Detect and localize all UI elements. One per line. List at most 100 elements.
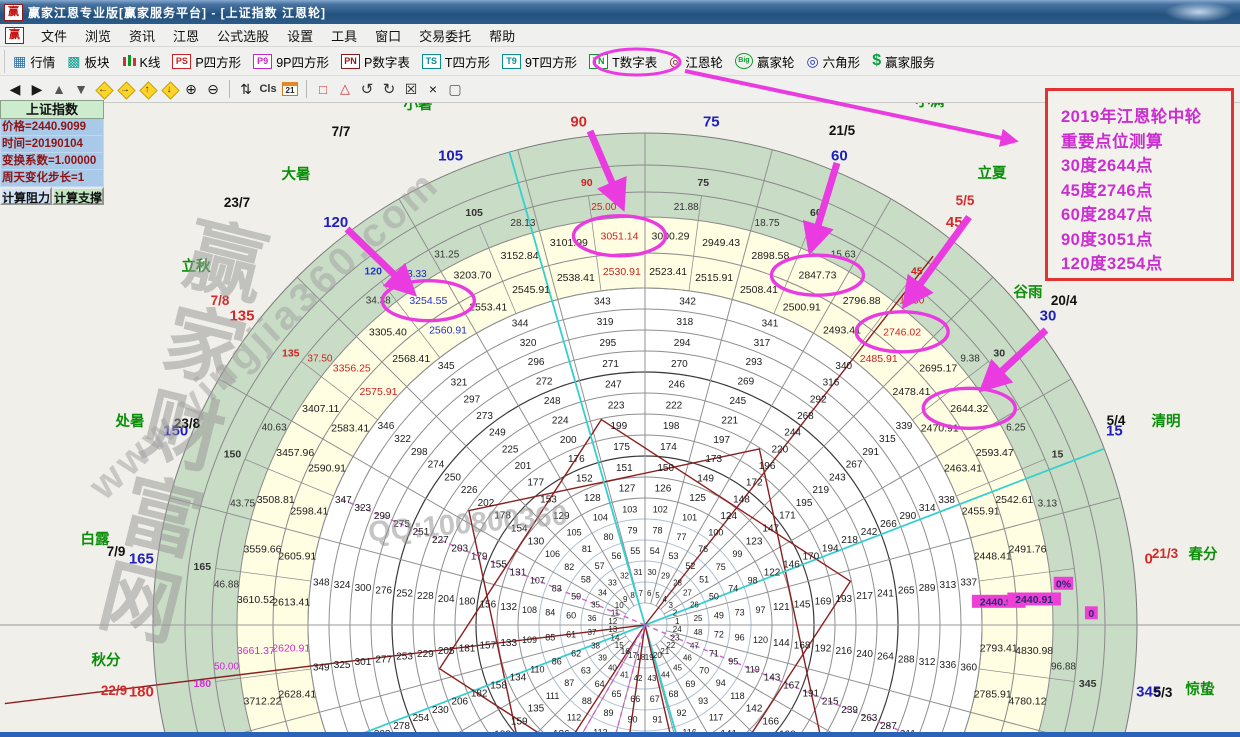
draw-button-screen[interactable]: ▢ [444, 79, 466, 99]
draw-button-step-left[interactable]: ← [92, 79, 114, 99]
toolbar-button-p-table[interactable]: PNP数字表 [336, 50, 417, 73]
spiral-number: 8 [630, 591, 635, 600]
spiral-number: 109 [522, 635, 537, 645]
menu-item-文件[interactable]: 文件 [32, 24, 76, 46]
toolbar-button-quotes[interactable]: ▦行情 [4, 50, 62, 73]
toolbar-button-9p-square[interactable]: P99P四方形 [248, 50, 336, 73]
calc-resistance-button[interactable]: 计算阻力 [0, 187, 52, 205]
menu-logo-icon: 赢 [5, 27, 24, 44]
spiral-number: 66 [630, 694, 640, 704]
toolbar-button-sectors[interactable]: ▩板块 [62, 50, 116, 73]
spiral-number: 32 [620, 572, 629, 581]
toolbar-button-kline[interactable]: K线 [117, 50, 168, 73]
solar-term-date: 7/8 [211, 293, 230, 308]
menu-item-窗口[interactable]: 窗口 [366, 24, 410, 46]
spiral-number: 197 [713, 435, 730, 446]
toolbar-button-9t-square[interactable]: T99T四方形 [497, 50, 584, 73]
spiral-number: 92 [677, 708, 687, 718]
zoom-out-icon: ⊖ [207, 81, 219, 98]
draw-button-rotate-left[interactable]: ▲ [48, 79, 70, 99]
spiral-number: 227 [432, 535, 449, 546]
calc-support-button[interactable]: 计算支撑 [52, 187, 104, 205]
draw-button-prev[interactable]: ◀ [4, 79, 26, 99]
spiral-number: 27 [683, 588, 692, 597]
menu-item-江恩[interactable]: 江恩 [164, 24, 208, 46]
spiral-number: 47 [690, 641, 699, 650]
degree-ring-label: 345 [1079, 678, 1097, 690]
toolbar-button-gann-wheel[interactable]: ◎江恩轮 [664, 50, 730, 73]
spiral-number: 325 [334, 660, 351, 671]
draw-button-triangle-tool[interactable]: △ [334, 79, 356, 99]
draw-button-collapse[interactable]: × [422, 79, 444, 99]
spiral-number: 348 [313, 577, 330, 588]
rim-degree-label: 105 [438, 148, 463, 165]
spiral-number: 99 [732, 549, 742, 559]
menu-item-交易委托[interactable]: 交易委托 [410, 24, 480, 46]
bottom-edge-bar [0, 732, 1240, 737]
spiral-number: 293 [746, 357, 763, 368]
draw-button-step-up[interactable]: ↑ [136, 79, 158, 99]
prev-icon: ◀ [10, 81, 21, 98]
toolbar-button-winner-service[interactable]: $赢家服务 [867, 50, 942, 73]
inner-ring-price: 2515.91 [695, 272, 733, 284]
spiral-number: 67 [650, 694, 660, 704]
draw-button-step-right[interactable]: → [114, 79, 136, 99]
percent-ring-label: 50.00 [214, 662, 239, 673]
spiral-number: 272 [536, 377, 553, 388]
spiral-number: 316 [823, 378, 840, 389]
t-square-icon: TS [422, 54, 441, 69]
annotation-line-2: 30度2644点 [1061, 154, 1231, 179]
solar-term-date: 21/5 [829, 123, 856, 138]
draw-button-zoom-out[interactable]: ⊖ [202, 79, 224, 99]
spiral-number: 101 [682, 512, 697, 522]
draw-button-step-down[interactable]: ↓ [158, 79, 180, 99]
draw-button-redo-rotate[interactable]: ↻ [378, 79, 400, 99]
draw-button-rotate-right[interactable]: ▼ [70, 79, 92, 99]
toolbar-button-winner-wheel[interactable]: Big赢家轮 [730, 50, 802, 73]
draw-button-next[interactable]: ▶ [26, 79, 48, 99]
spiral-number: 84 [545, 608, 555, 618]
outer-ring-price: 2746.02 [883, 326, 921, 338]
spiral-number: 345 [438, 361, 455, 372]
index-info-panel: 上证指数 价格=2440.9099时间=20190104变换系数=1.00000… [0, 100, 104, 205]
spiral-number: 200 [560, 435, 577, 446]
menu-item-资讯[interactable]: 资讯 [120, 24, 164, 46]
spiral-number: 320 [520, 338, 537, 349]
spiral-number: 42 [634, 674, 643, 683]
spiral-number: 110 [530, 665, 544, 675]
menu-item-公式选股[interactable]: 公式选股 [208, 24, 278, 46]
menu-item-设置[interactable]: 设置 [278, 24, 322, 46]
spiral-number: 131 [510, 567, 527, 578]
quotes-icon: ▦ [13, 54, 26, 68]
spiral-number: 148 [733, 494, 750, 505]
spiral-number: 144 [773, 638, 790, 649]
toolbar-button-t-square[interactable]: TST四方形 [417, 50, 497, 73]
draw-button-cls[interactable]: Cls [257, 79, 279, 99]
draw-button-updown[interactable]: ⇅ [235, 79, 257, 99]
box-x-icon: ☒ [405, 81, 418, 98]
spiral-number: 324 [334, 580, 351, 591]
menu-item-浏览[interactable]: 浏览 [76, 24, 120, 46]
menu-item-帮助[interactable]: 帮助 [480, 24, 524, 46]
spiral-number: 290 [900, 511, 917, 522]
toolbar-button-p-square[interactable]: PSP四方形 [167, 50, 248, 73]
current-price-highlight-text: 2440.91 [1015, 594, 1053, 606]
spiral-number: 69 [685, 679, 695, 689]
draw-button-box-x[interactable]: ☒ [400, 79, 422, 99]
spiral-number: 271 [602, 359, 619, 370]
spiral-number: 61 [566, 630, 576, 640]
spiral-number: 319 [597, 317, 614, 328]
toolbar-button-hexagon[interactable]: ◎六角形 [801, 50, 867, 73]
spiral-number: 108 [522, 605, 537, 615]
current-price-highlight-text: 0% [1056, 578, 1072, 590]
spiral-number: 265 [898, 586, 915, 597]
spiral-number: 111 [546, 691, 560, 701]
toolbar-button-t-table[interactable]: TNT数字表 [584, 50, 664, 73]
draw-button-calendar[interactable]: 21 [279, 79, 301, 99]
menu-item-工具[interactable]: 工具 [322, 24, 366, 46]
spiral-number: 240 [856, 649, 873, 660]
spiral-number: 291 [862, 447, 879, 458]
draw-button-zoom-in[interactable]: ⊕ [180, 79, 202, 99]
draw-button-undo-rotate[interactable]: ↺ [356, 79, 378, 99]
draw-button-rect-tool[interactable]: □ [312, 79, 334, 99]
